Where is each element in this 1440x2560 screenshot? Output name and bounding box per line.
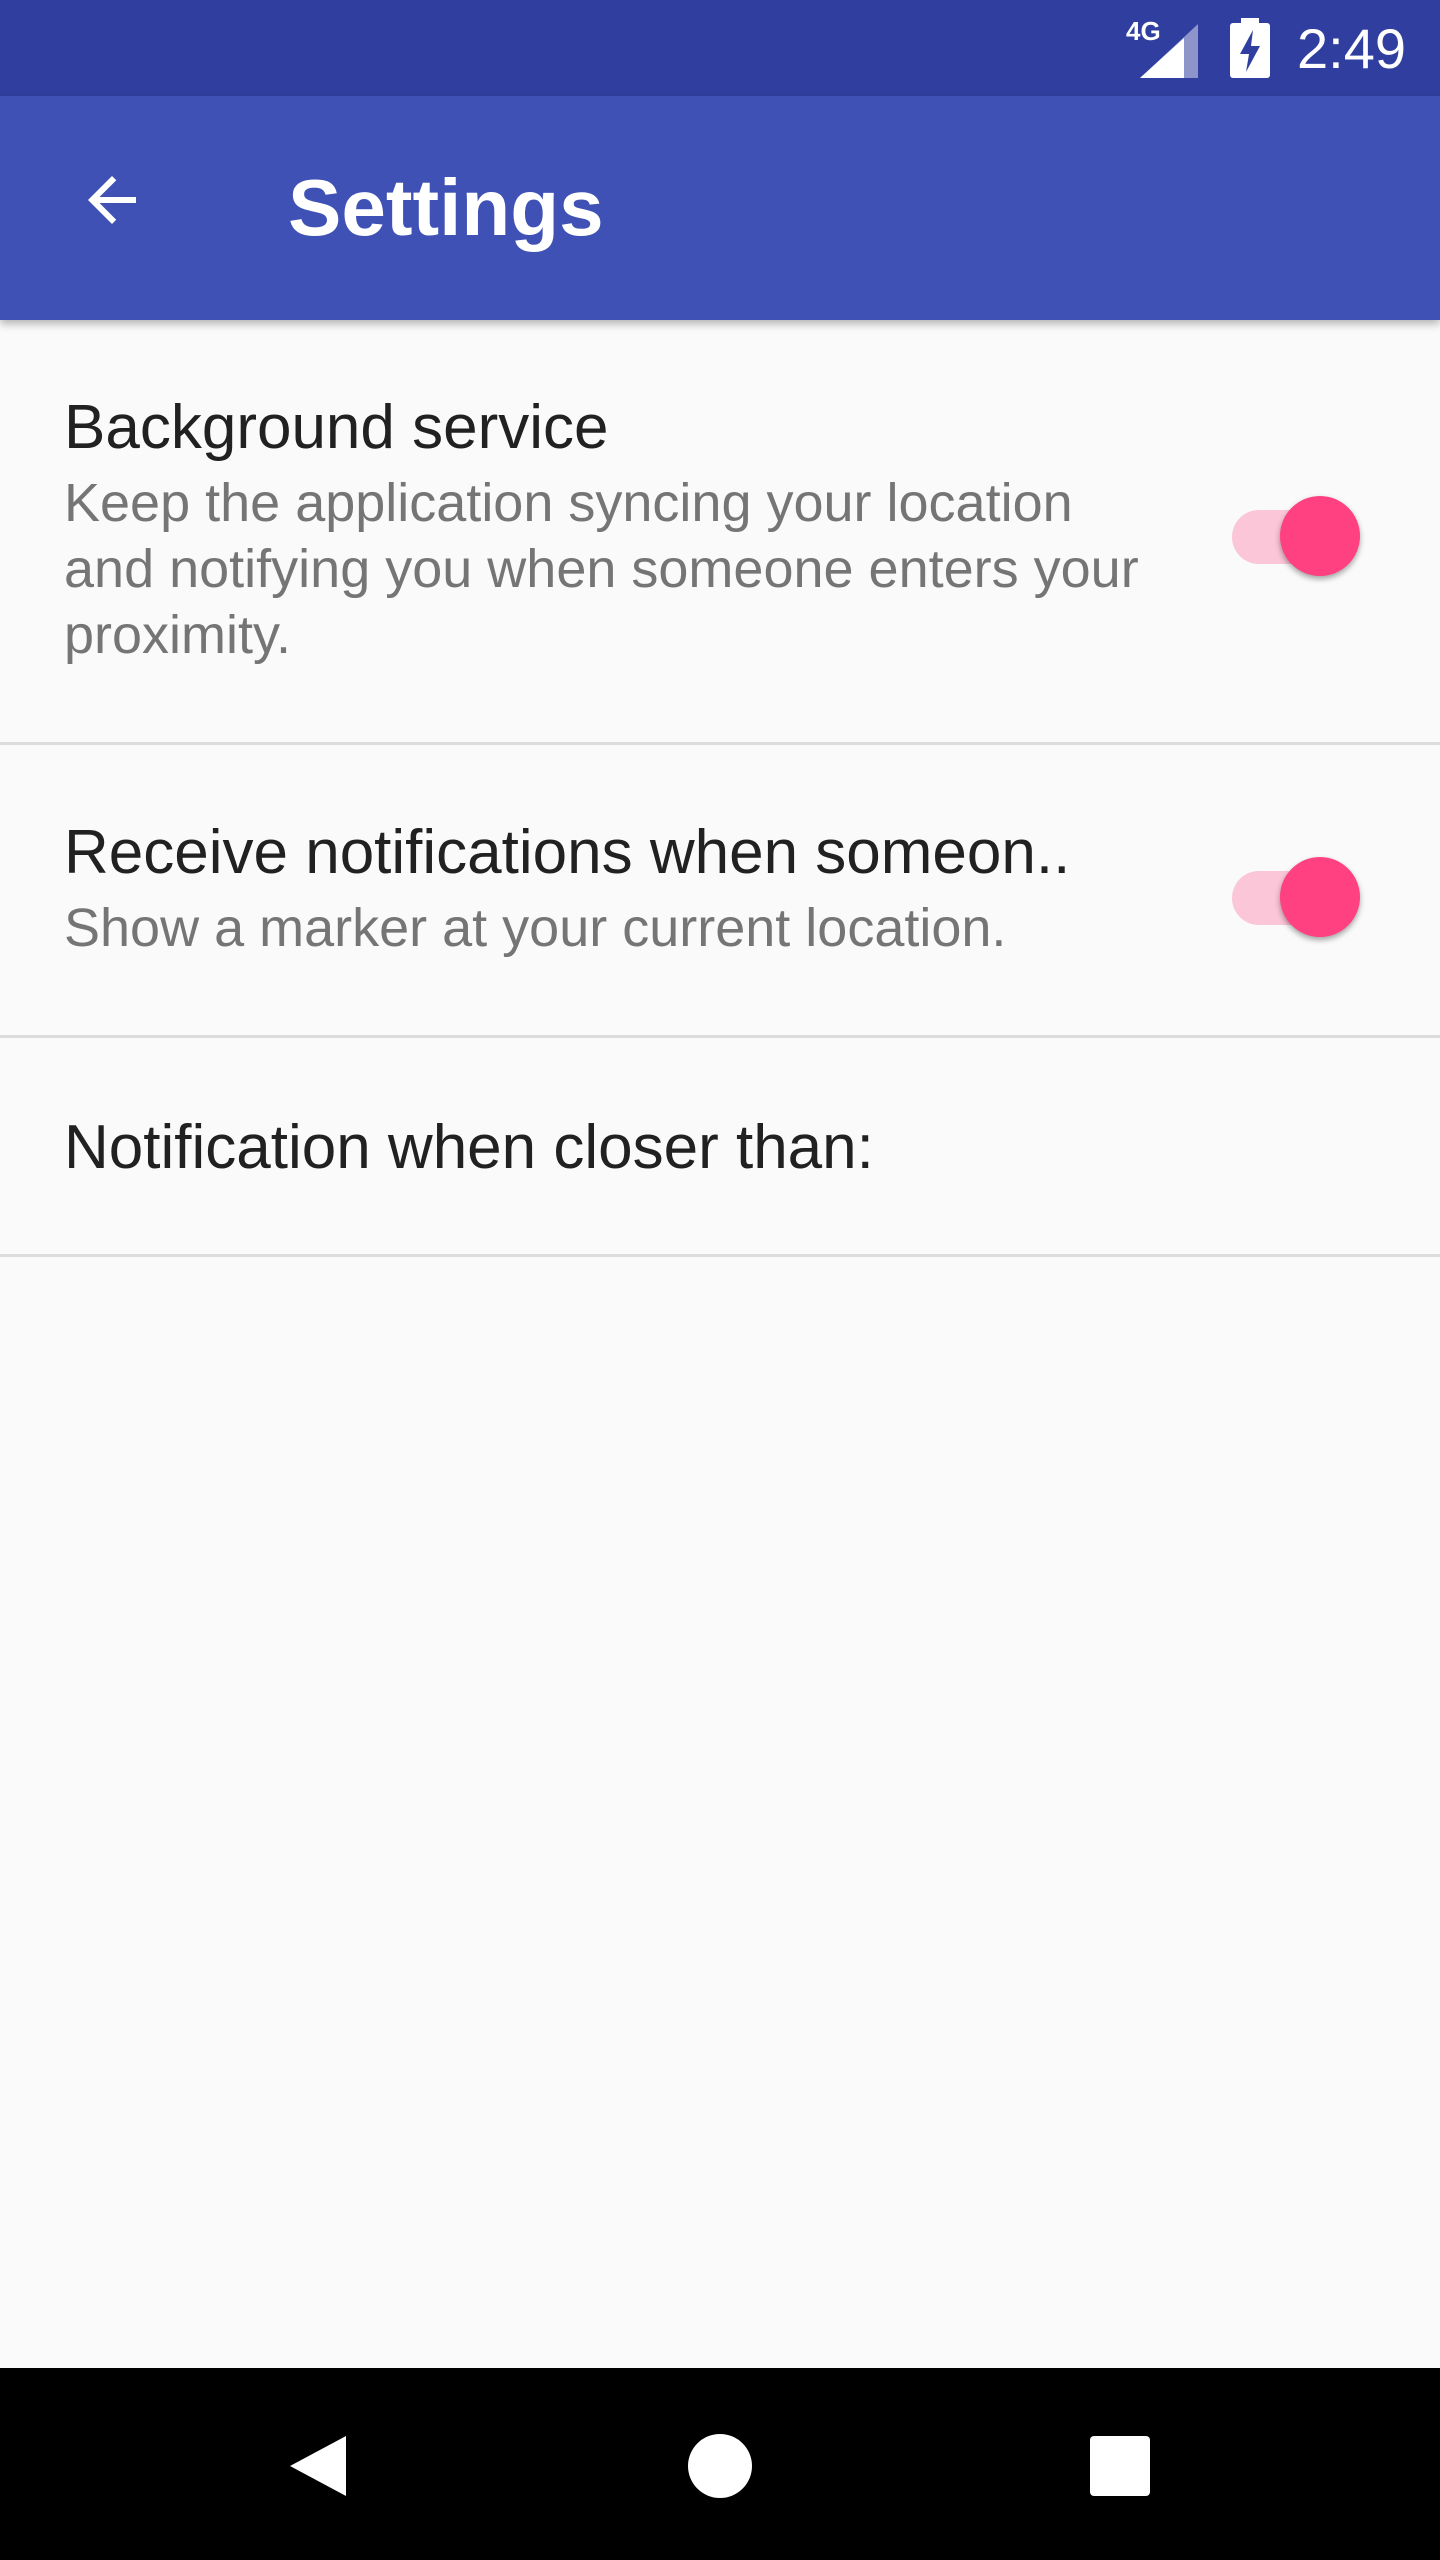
status-bar: 4G 2:49	[0, 0, 1440, 96]
network-type-label: 4G	[1126, 18, 1161, 46]
arrow-back-icon	[88, 176, 136, 224]
receive-notifications-switch[interactable]	[1232, 849, 1362, 937]
background-service-switch[interactable]	[1232, 488, 1362, 576]
pref-summary: Keep the application syncing your locati…	[64, 473, 1139, 665]
navigation-bar	[0, 2368, 1440, 2560]
pref-title: Background service	[64, 393, 609, 462]
battery-charging-icon	[1230, 18, 1270, 78]
nav-recents-icon[interactable]	[1090, 2436, 1150, 2496]
pref-receive-notifications[interactable]: Receive notifications when someon.. Show…	[0, 745, 1440, 1038]
page-title: Settings	[288, 163, 604, 252]
nav-home-icon[interactable]	[688, 2434, 752, 2498]
pref-summary: Show a marker at your current location.	[64, 898, 1007, 958]
switch-thumb	[1280, 857, 1360, 937]
app-bar: Settings	[0, 96, 1440, 320]
switch-thumb	[1280, 496, 1360, 576]
signal-icon: 4G	[1126, 18, 1198, 78]
nav-back-icon[interactable]	[286, 2434, 350, 2498]
back-button[interactable]	[56, 144, 168, 256]
status-time: 2:49	[1297, 17, 1406, 80]
pref-title: Notification when closer than:	[64, 1113, 874, 1182]
pref-title: Receive notifications when someon..	[64, 818, 1071, 887]
pref-background-service[interactable]: Background service Keep the application …	[0, 320, 1440, 745]
pref-notification-distance[interactable]: Notification when closer than:	[0, 1038, 1440, 1257]
